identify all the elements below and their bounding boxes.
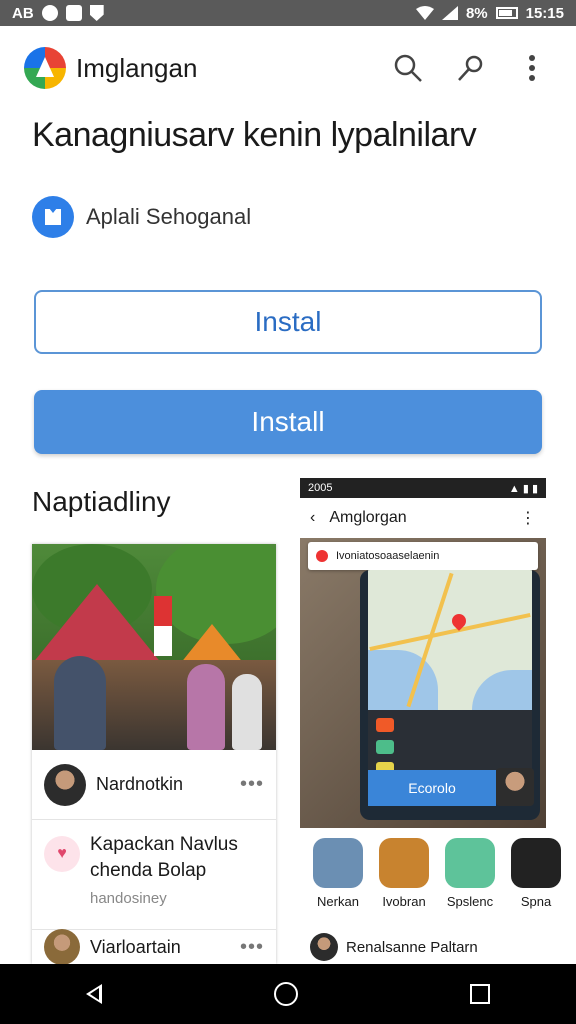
recents-icon[interactable] bbox=[470, 984, 490, 1004]
more-vert-icon[interactable]: ⋮ bbox=[520, 508, 536, 528]
notification-icon bbox=[65, 5, 82, 21]
app-icon bbox=[379, 838, 429, 888]
post-meta: handosiney bbox=[90, 890, 167, 907]
home-icon[interactable] bbox=[274, 982, 298, 1006]
avatar bbox=[496, 768, 534, 806]
avatar bbox=[44, 763, 86, 806]
notification-icon bbox=[41, 5, 58, 21]
more-horiz-icon[interactable]: ••• bbox=[240, 936, 264, 959]
app-label: Spslenc bbox=[446, 894, 494, 909]
avatar bbox=[44, 929, 80, 965]
avatar bbox=[310, 933, 338, 961]
pin-icon[interactable] bbox=[450, 48, 490, 88]
app-label: Nerkan bbox=[317, 894, 359, 909]
preview-time: 2005 bbox=[308, 482, 333, 494]
install-button[interactable]: Install bbox=[34, 390, 542, 454]
install-outline-button[interactable]: Instal bbox=[34, 290, 542, 354]
publisher-row[interactable]: Aplali Sehoganal bbox=[32, 196, 251, 238]
preview-app-bar: ‹ Amglorgan ⋮ bbox=[300, 498, 546, 538]
clock: 15:15 bbox=[525, 4, 564, 22]
notification-text: Ivoniatosoaaselaenin bbox=[336, 550, 440, 562]
section-title: Naptiadliny bbox=[32, 486, 171, 517]
post-item[interactable]: ♥ Kapackan Navlus chenda Bolap handosine… bbox=[32, 820, 276, 930]
app-icon bbox=[445, 838, 495, 888]
publisher-name: Aplali Sehoganal bbox=[86, 204, 252, 229]
battery-icon bbox=[495, 7, 518, 19]
preview-status-icons: ▲ ▮ ▮ bbox=[508, 482, 538, 495]
preview-button: Ecorolo bbox=[368, 770, 496, 806]
event-photo bbox=[32, 544, 276, 750]
preview-status-bar: 2005 ▲ ▮ ▮ bbox=[300, 478, 546, 498]
app-preview-card[interactable]: 2005 ▲ ▮ ▮ ‹ Amglorgan ⋮ Ivoniatosoaasel… bbox=[300, 478, 546, 828]
app-icon bbox=[313, 838, 363, 888]
more-horiz-icon[interactable]: ••• bbox=[240, 773, 264, 796]
apps-strip: Nerkan Ivobran Spslenc Spna bbox=[300, 838, 576, 924]
heart-icon: ♥ bbox=[44, 836, 80, 872]
search-icon[interactable] bbox=[388, 48, 428, 88]
author-name: Nardnotkin bbox=[96, 774, 184, 794]
app-logo bbox=[24, 47, 66, 89]
suggestion-row[interactable]: Renalsanne Paltarn bbox=[300, 930, 546, 964]
wifi-icon bbox=[415, 6, 434, 20]
preview-notification: Ivoniatosoaaselaenin bbox=[308, 542, 538, 570]
app-tile[interactable]: Spna bbox=[508, 838, 564, 924]
more-vert-icon[interactable] bbox=[512, 48, 552, 88]
back-icon[interactable]: ‹ bbox=[310, 509, 315, 527]
app-label: Ivobran bbox=[382, 894, 426, 909]
signal-icon bbox=[441, 6, 458, 20]
preview-title: Amglorgan bbox=[329, 509, 407, 526]
app-icon bbox=[511, 838, 561, 888]
app-tile[interactable]: Spslenc bbox=[442, 838, 498, 924]
back-icon[interactable] bbox=[86, 984, 102, 1004]
bookmark-icon bbox=[32, 196, 74, 238]
post-title: Kapackan Navlus chenda Bolap bbox=[90, 834, 238, 881]
card-author-row[interactable]: Nardnotkin ••• bbox=[32, 750, 276, 820]
phone-mockup: Ecorolo bbox=[360, 570, 540, 820]
map bbox=[368, 570, 532, 710]
app-tile[interactable]: Ivobran bbox=[376, 838, 432, 924]
app-label: Spna bbox=[520, 894, 552, 909]
navigation-bar bbox=[0, 964, 576, 1024]
status-left-text: AB bbox=[12, 4, 34, 22]
status-bar: AB 8% 15:15 bbox=[0, 0, 576, 26]
suggestion-text: Renalsanne Paltarn bbox=[346, 938, 478, 956]
author-name: Viarloartain bbox=[90, 936, 181, 957]
shield-icon bbox=[89, 5, 104, 21]
card-author-row[interactable]: Viarloartain ••• bbox=[32, 929, 276, 965]
feed-card[interactable]: Nardnotkin ••• ♥ Kapackan Navlus chenda … bbox=[32, 544, 276, 964]
page-headline: Kanagniusarv kenin lypalnilarv bbox=[32, 116, 477, 154]
app-name: Imglangan bbox=[76, 52, 198, 83]
app-bar: Imglangan bbox=[0, 40, 576, 96]
app-tile[interactable]: Nerkan bbox=[310, 838, 366, 924]
alert-icon bbox=[316, 550, 328, 562]
battery-percent: 8% bbox=[465, 4, 488, 22]
